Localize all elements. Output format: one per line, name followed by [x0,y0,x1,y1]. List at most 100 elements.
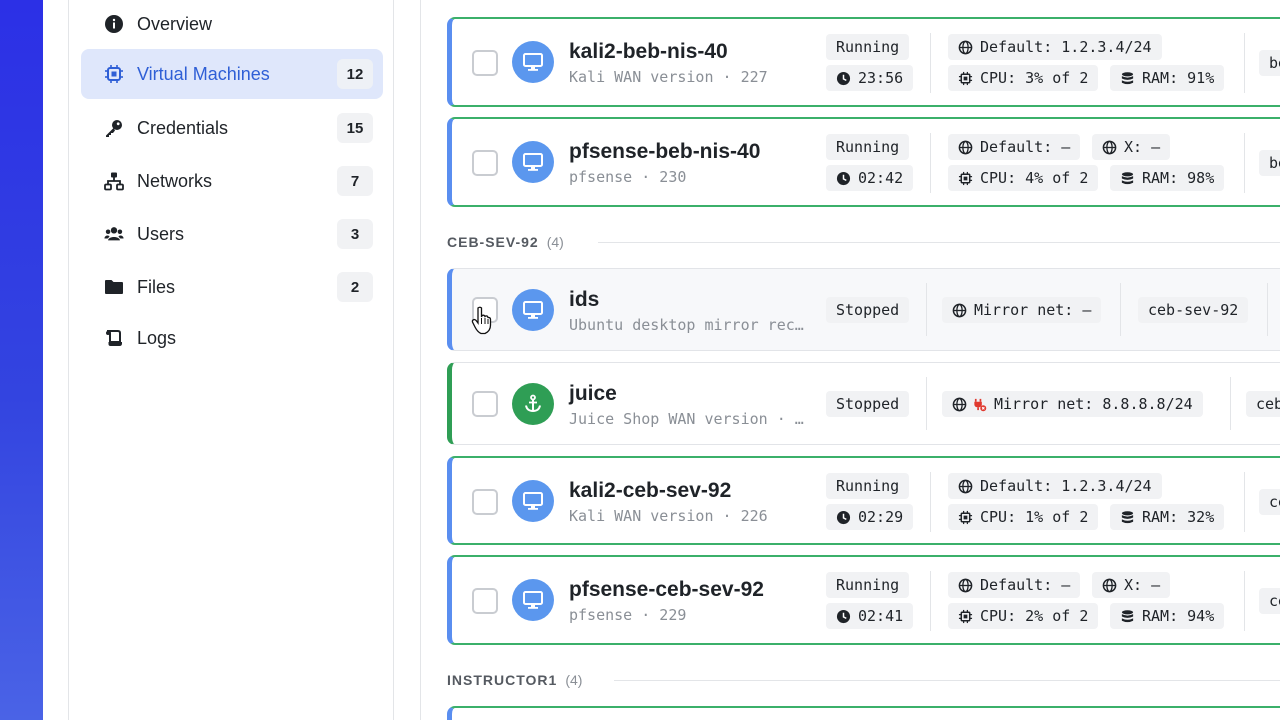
ram-badge: RAM: 91% [1110,65,1225,91]
divider [926,283,927,336]
vm-select-checkbox[interactable] [472,150,498,176]
ram-text: RAM: 94% [1142,607,1215,625]
divider [1244,472,1245,532]
divider [1120,283,1121,336]
tag-badge: ceb [1246,391,1280,417]
chip-icon [958,510,973,524]
vm-name: juice [569,382,617,405]
sidebar-item-users[interactable]: Users 3 [81,209,383,259]
globe-icon [952,397,967,411]
sidebar-item-credentials[interactable]: Credentials 15 [81,103,383,153]
monitor-icon [512,579,554,621]
network-badge[interactable]: X: – [1092,134,1171,160]
ram-badge: RAM: 98% [1110,165,1225,191]
uptime-text: 02:29 [858,508,904,526]
divider [1244,33,1245,93]
ram-text: RAM: 98% [1142,169,1215,187]
divider [930,33,931,93]
globe-icon [958,578,973,592]
cpu-badge: CPU: 3% of 2 [948,65,1099,91]
vm-name: kali2-ceb-sev-92 [569,479,732,502]
vm-select-checkbox[interactable] [472,489,498,515]
status-badge: Running [826,572,910,598]
group-header: CEB-SEV-92 (4) [447,234,564,250]
vm-name: pfsense-beb-nis-40 [569,140,761,163]
sidebar-item-networks[interactable]: Networks 7 [81,156,383,206]
network-text: Default: 1.2.3.4/24 [980,38,1152,56]
network-badge[interactable]: Default: – [948,572,1081,598]
monitor-icon [512,141,554,183]
divider [926,377,927,430]
sidebar-item-label: Logs [137,327,177,348]
network-badge[interactable]: Default: 1.2.3.4/24 [948,34,1162,60]
globe-icon [952,303,967,317]
sidebar: Overview Virtual Machines 12 Credentials… [68,0,394,720]
chip-icon [958,71,973,85]
vm-select-checkbox[interactable] [472,391,498,417]
vm-select-checkbox[interactable] [472,50,498,76]
network-text: Default: 1.2.3.4/24 [980,477,1152,495]
monitor-icon [512,480,554,522]
network-badge[interactable]: X: – [1092,572,1171,598]
vm-name: pfsense-ceb-sev-92 [569,578,764,601]
vm-card[interactable]: pfsense-beb-nis-40 pfsense · 230 Running… [447,117,1280,207]
sidebar-item-label: Users [137,223,185,244]
uptime-text: 02:41 [858,607,904,625]
cpu-text: CPU: 4% of 2 [980,169,1089,187]
globe-icon [958,140,973,154]
vm-card[interactable]: ids Ubuntu desktop mirror rec… Stopped M… [447,268,1280,351]
vm-card[interactable]: kali2-ceb-sev-92 Kali WAN version · 226 … [447,456,1280,545]
vm-card[interactable]: juice Juice Shop WAN version · … Stopped… [447,362,1280,445]
monitor-icon [512,289,554,331]
vm-subtitle: pfsense · 230 [569,168,687,186]
cpu-text: CPU: 3% of 2 [980,69,1089,87]
status-badge: Running [826,34,910,60]
network-icon [103,170,125,192]
network-badge[interactable]: Default: – [948,134,1081,160]
divider [930,472,931,532]
globe-icon [1102,578,1117,592]
group-divider [598,242,1280,243]
users-icon [103,223,125,245]
vm-select-checkbox[interactable] [472,297,498,323]
ram-badge: RAM: 32% [1110,504,1225,530]
sidebar-item-overview[interactable]: Overview [81,0,383,49]
uptime-badge: 02:41 [826,603,914,629]
vm-subtitle: Ubuntu desktop mirror rec… [569,316,804,334]
tag-badge: ce [1259,489,1280,515]
desktop-background [0,0,43,720]
network-text: X: – [1124,576,1161,594]
group-divider [614,680,1280,681]
network-text: Mirror net: – [974,301,1092,319]
tag-badge: be [1259,150,1280,176]
sidebar-item-logs[interactable]: Logs [81,313,383,363]
network-badge[interactable]: Mirror net: – [942,297,1102,323]
network-badge[interactable]: Mirror net: 8.8.8.8/24 [942,391,1203,417]
ram-text: RAM: 91% [1142,69,1215,87]
uptime-text: 23:56 [858,69,904,87]
count-badge: 7 [337,166,373,196]
tag-badge: ce [1259,588,1280,614]
group-count: (4) [565,672,583,688]
sidebar-item-virtual-machines[interactable]: Virtual Machines 12 [81,49,383,99]
vm-card[interactable]: kali2-beb-nis-40 Kali WAN version · 227 … [447,17,1280,107]
sidebar-item-files[interactable]: Files 2 [81,262,383,312]
vm-subtitle: Juice Shop WAN version · … [569,410,804,428]
vm-select-checkbox[interactable] [472,588,498,614]
chip-icon [958,171,973,185]
status-badge: Stopped [826,297,910,323]
sidebar-item-label: Virtual Machines [137,63,270,84]
clock-icon [836,609,851,623]
network-text: Default: – [980,576,1071,594]
cpu-badge: CPU: 1% of 2 [948,504,1099,530]
clock-icon [836,510,851,524]
vm-subtitle: pfsense · 229 [569,606,687,624]
database-icon [1121,171,1134,184]
network-badge[interactable]: Default: 1.2.3.4/24 [948,473,1162,499]
cpu-badge: CPU: 2% of 2 [948,603,1099,629]
info-icon [103,13,125,35]
plug-warning-icon [974,398,987,411]
uptime-badge: 02:29 [826,504,914,530]
vm-card[interactable] [447,706,1280,720]
vm-card[interactable]: pfsense-ceb-sev-92 pfsense · 229 Running… [447,555,1280,645]
